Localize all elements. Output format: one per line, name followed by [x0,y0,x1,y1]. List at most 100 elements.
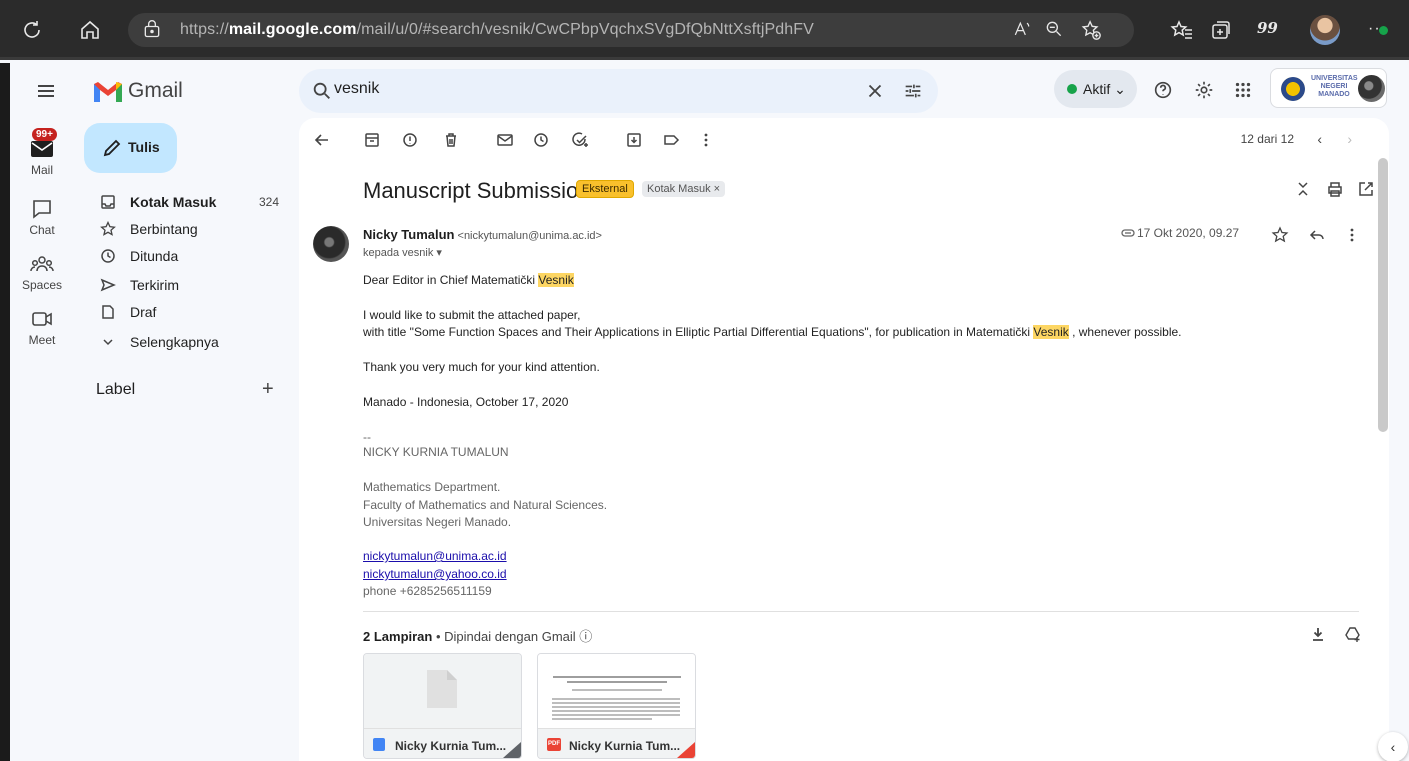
add-label-icon[interactable]: + [262,378,274,401]
body-line: I would like to submit the attached pape… [363,308,581,322]
nav-item-drafts[interactable]: Draf [84,299,287,325]
rail-meet[interactable]: Meet [10,308,74,347]
sender: Nicky Tumalun <nickytumalun@unima.ac.id> [363,227,602,242]
doc-file-icon [373,738,385,751]
clear-search-icon[interactable] [864,80,886,102]
reload-icon[interactable] [20,18,44,42]
settings-icon[interactable] [1193,79,1215,101]
mark-unread-icon[interactable] [496,131,514,149]
read-aloud-icon[interactable] [1012,19,1032,39]
message-time: 17 Okt 2020, 09.27 [1137,226,1240,240]
attachment-name: Nicky Kurnia Tum... [395,739,507,753]
signature-name: NICKY KURNIA TUMALUN [363,445,509,459]
signature-line: Faculty of Mathematics and Natural Scien… [363,498,608,512]
browser-menu-icon[interactable]: ·· [1368,20,1388,38]
signature-line: Universitas Negeri Manado. [363,515,512,529]
more-vert-icon[interactable] [697,131,715,149]
reply-icon[interactable] [1308,226,1326,244]
site-info-icon[interactable] [142,19,162,39]
signature-email-link[interactable]: nickytumalun@yahoo.co.id [363,567,507,581]
body-line: Manado - Indonesia, October 17, 2020 [363,395,569,409]
move-to-icon[interactable] [625,131,643,149]
subject: Manuscript Submission [363,178,591,203]
pencil-icon [102,138,122,158]
status-label: Aktif ⌄ [1083,81,1126,97]
search-options-icon[interactable] [902,80,924,102]
search-icon[interactable] [311,80,333,102]
body-line: Thank you very much for your kind attent… [363,360,600,374]
attachment-preview [538,654,695,728]
add-to-drive-icon[interactable] [1344,625,1362,643]
download-all-icon[interactable] [1309,625,1327,643]
home-icon[interactable] [78,18,102,42]
recipient-toggle[interactable]: kepada vesnik ▾ [363,246,442,259]
sender-avatar[interactable] [313,226,349,262]
pdf-file-icon: PDF [547,738,561,751]
add-favorite-icon[interactable] [1080,19,1102,41]
rail-mail[interactable]: Mail [10,138,74,177]
attachment-icon [1121,226,1135,240]
favorites-icon[interactable] [1170,18,1194,42]
rail-chat[interactable]: Chat [10,198,74,237]
chevron-left-icon[interactable]: ‹ [1317,131,1322,147]
signature-email-link[interactable]: nickytumalun@unima.ac.id [363,549,507,563]
attachment-footer: Nicky Kurnia Tum... [364,728,521,758]
apps-grid-icon[interactable] [1232,79,1254,101]
address-bar[interactable]: https://mail.google.com/mail/u/0/#search… [128,13,1134,47]
app-rail: Mail Chat Spaces Meet [0,63,74,761]
snooze-icon[interactable] [532,131,550,149]
status-button[interactable]: Aktif ⌄ [1054,70,1137,108]
search-highlight: Vesnik [538,273,574,287]
nav-item-more[interactable]: Selengkapnya [84,329,287,355]
collections-icon[interactable] [1209,18,1233,42]
zoom-icon[interactable] [1044,19,1064,39]
inbox-label-chip[interactable]: Kotak Masuk × [642,181,726,197]
chat-icon [29,198,55,220]
attachment-name: Nicky Kurnia Tum... [569,739,681,753]
collapse-all-icon[interactable] [1294,180,1312,198]
archive-icon[interactable] [363,131,381,149]
search-highlight: Vesnik [1033,325,1069,339]
university-logo-icon [1281,77,1305,101]
nav-item-sent[interactable]: Terkirim [84,272,287,298]
attachment-card[interactable]: Nicky Kurnia Tum... [363,653,522,759]
add-task-icon[interactable] [571,131,589,149]
search-input[interactable]: vesnik [334,80,379,98]
side-panel-toggle-icon[interactable]: ‹ [1378,732,1408,761]
message-more-icon[interactable] [1343,226,1361,244]
report-spam-icon[interactable] [401,131,419,149]
nav-item-inbox[interactable]: Kotak Masuk 324 [84,189,287,215]
print-icon[interactable] [1326,180,1344,198]
attachment-footer: PDF Nicky Kurnia Tum... [538,728,695,758]
scrollbar-thumb[interactable] [1378,158,1388,432]
chevron-right-icon[interactable]: › [1347,131,1352,147]
inbox-count: 324 [258,195,279,209]
message-panel: 12 dari 12 ‹ › Manuscript Submission Eks… [299,118,1389,761]
browser-profile-avatar[interactable] [1310,15,1340,45]
nav-item-starred[interactable]: Berbintang [84,216,287,242]
delete-icon[interactable] [442,131,460,149]
pagination-label: 12 dari 12 [1240,132,1294,146]
rail-spaces[interactable]: Spaces [10,253,74,292]
gmail-logo-icon[interactable] [92,78,124,106]
label-icon[interactable] [662,131,680,149]
help-icon[interactable] [1152,79,1174,101]
greeting: Dear Editor in Chief Matematički Vesnik [363,273,574,287]
back-icon[interactable] [313,131,331,149]
unread-badge: 99+ [32,128,57,141]
labels-header: Label [96,381,136,398]
open-new-window-icon[interactable] [1357,180,1375,198]
external-label-chip[interactable]: Eksternal [576,180,634,198]
nav-item-snoozed[interactable]: Ditunda [84,243,287,269]
search-bar[interactable] [299,69,938,113]
app-name[interactable]: Gmail [128,79,183,103]
account-switcher[interactable]: UNIVERSITAS NEGERI MANADO [1270,68,1387,108]
extension-icon[interactable]: 99 [1257,19,1278,37]
account-avatar[interactable] [1358,75,1385,102]
compose-button[interactable]: Tulis [84,123,177,173]
attachment-card[interactable]: PDF Nicky Kurnia Tum... [537,653,696,759]
main-menu-icon[interactable] [34,79,58,103]
star-message-icon[interactable] [1271,226,1289,244]
signature-separator: -- [363,430,371,444]
org-name: UNIVERSITAS NEGERI MANADO [1311,75,1358,98]
